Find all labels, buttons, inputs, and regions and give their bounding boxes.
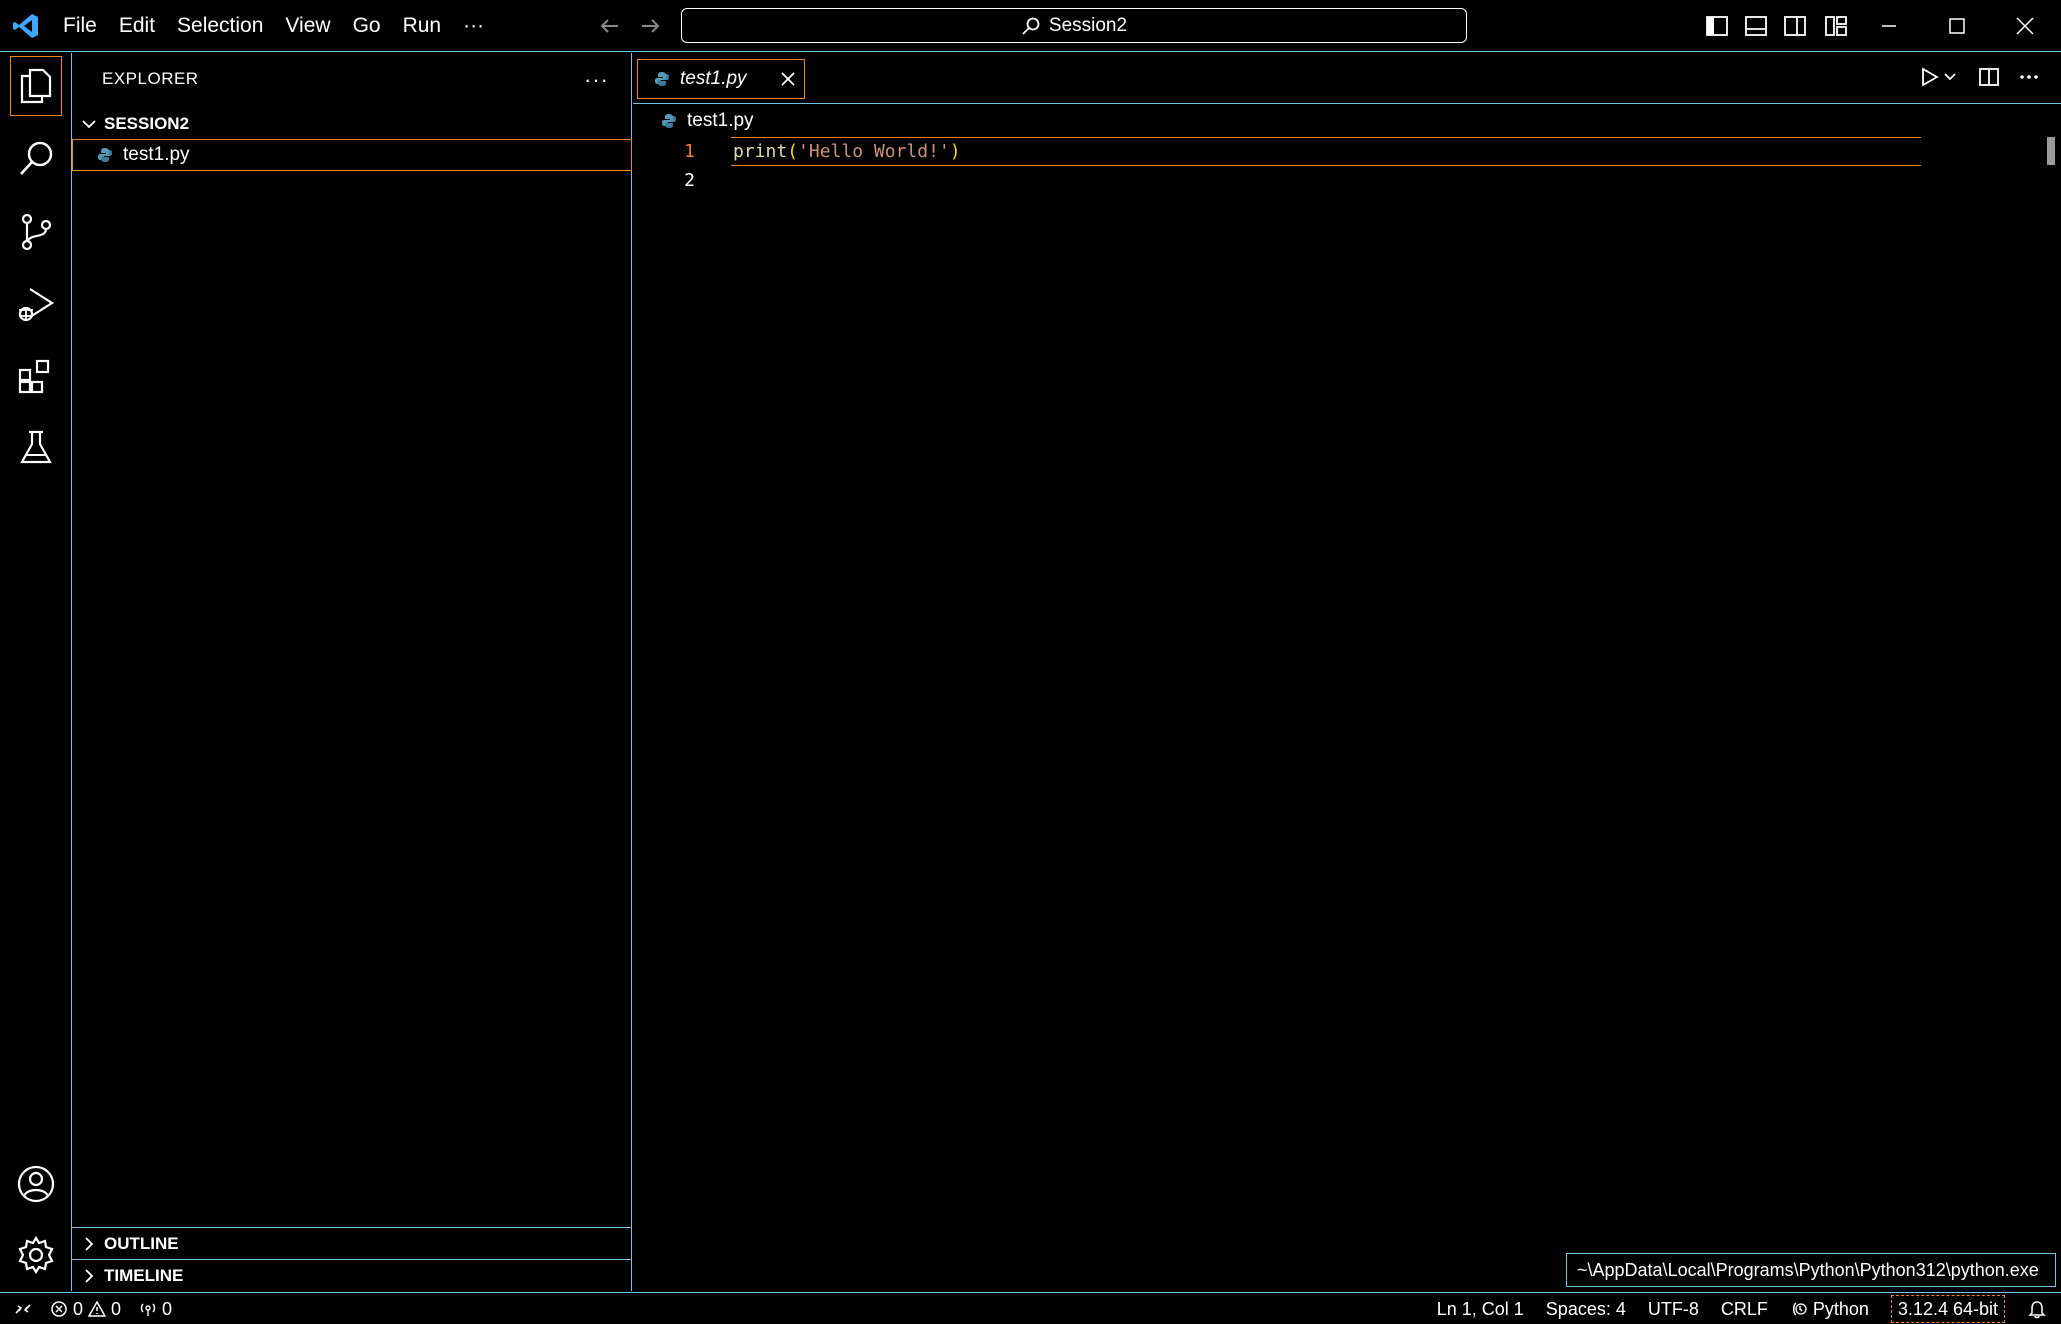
extensions-icon[interactable] — [13, 353, 59, 399]
code-text: print('Hello World!') — [733, 137, 961, 166]
vscode-logo-icon — [12, 12, 40, 40]
toggle-secondary-sidebar-icon[interactable] — [1782, 13, 1808, 39]
notifications-bell-icon[interactable] — [2027, 1299, 2047, 1319]
language-status-icon — [1790, 1300, 1808, 1318]
ports-count: 0 — [162, 1298, 173, 1319]
chevron-down-icon[interactable] — [1942, 69, 1958, 85]
accounts-icon[interactable] — [13, 1161, 59, 1207]
breadcrumb[interactable]: test1.py — [633, 105, 754, 137]
file-item-test1-py[interactable]: test1.py — [72, 139, 632, 171]
menu-run[interactable]: Run — [392, 6, 453, 46]
menu-edit[interactable]: Edit — [108, 6, 166, 46]
explorer-sidebar: EXPLORER ··· SESSION2 test1.py OUTLINE T… — [72, 53, 632, 1291]
python-interpreter-selector[interactable]: 3.12.4 64-bit — [1890, 1295, 2005, 1323]
python-file-icon — [97, 147, 113, 163]
back-arrow-icon[interactable] — [596, 12, 624, 40]
token-string: 'Hello World!' — [798, 141, 950, 162]
code-line: 1 print('Hello World!') — [633, 137, 2061, 166]
chevron-right-icon — [80, 1235, 98, 1253]
timeline-section-header[interactable]: TIMELINE — [72, 1259, 632, 1291]
menu-go[interactable]: Go — [342, 6, 392, 46]
token-function: print — [733, 141, 788, 162]
maximize-icon[interactable] — [1944, 13, 1970, 39]
search-icon — [1021, 16, 1041, 36]
editor-scrollbar[interactable] — [2047, 137, 2055, 165]
python-file-icon — [654, 71, 670, 87]
explorer-title: EXPLORER — [102, 69, 199, 88]
editor-more-actions-icon[interactable] — [2017, 65, 2041, 89]
end-of-line[interactable]: CRLF — [1721, 1299, 1768, 1320]
menu-file[interactable]: File — [52, 6, 108, 46]
language-label: Python — [1812, 1298, 1869, 1319]
forward-arrow-icon[interactable] — [636, 12, 664, 40]
line-number: 2 — [684, 170, 695, 191]
menu-more-button[interactable]: ··· — [452, 6, 495, 46]
activity-bar — [0, 53, 72, 1291]
remote-indicator[interactable] — [14, 1300, 32, 1318]
run-debug-icon[interactable] — [13, 281, 59, 327]
token-bracket: ( — [787, 141, 799, 162]
title-bar: File Edit Selection View Go Run ··· Sess… — [0, 0, 2061, 52]
source-control-icon[interactable] — [13, 209, 59, 255]
error-icon — [50, 1300, 68, 1318]
remote-icon — [14, 1300, 32, 1318]
status-bar: 0 0 0 Ln 1, Col 1 Spaces: 4 UTF-8 CRLF P… — [0, 1292, 2061, 1324]
timeline-label: TIMELINE — [104, 1265, 184, 1285]
close-tab-icon[interactable] — [778, 69, 798, 89]
run-python-file-icon[interactable] — [1917, 65, 1941, 89]
explorer-more-actions-button[interactable]: ··· — [584, 67, 609, 93]
warning-icon — [88, 1300, 107, 1318]
error-count: 0 — [73, 1298, 84, 1319]
code-editor[interactable]: 1 print('Hello World!') 2 — [633, 137, 2061, 195]
breadcrumb-file-label: test1.py — [687, 110, 754, 131]
command-center-label: Session2 — [1048, 14, 1128, 36]
interpreter-path-tooltip: ~\AppData\Local\Programs\Python\Python31… — [1566, 1253, 2056, 1287]
token-bracket: ) — [949, 141, 961, 162]
tab-label: test1.py — [680, 68, 747, 89]
minimize-icon[interactable] — [1876, 13, 1902, 39]
outline-label: OUTLINE — [104, 1233, 179, 1253]
editor-tab-bar: test1.py — [633, 53, 2061, 104]
problems-indicator[interactable]: 0 0 — [50, 1299, 121, 1320]
folder-label: SESSION2 — [104, 114, 190, 133]
tab-test1-py[interactable]: test1.py — [637, 59, 805, 99]
testing-icon[interactable] — [13, 425, 59, 471]
command-center-search[interactable]: Session2 — [681, 8, 1467, 43]
chevron-down-icon — [80, 115, 98, 133]
outline-section-header[interactable]: OUTLINE — [72, 1227, 632, 1259]
close-window-icon[interactable] — [2012, 13, 2038, 39]
file-label: test1.py — [123, 144, 190, 165]
editor-area: test1.py test1.py 1 print('Hello World!'… — [633, 53, 2061, 1291]
settings-gear-icon[interactable] — [13, 1232, 59, 1278]
file-encoding[interactable]: UTF-8 — [1648, 1299, 1699, 1320]
customize-layout-icon[interactable] — [1823, 13, 1849, 39]
code-line: 2 — [633, 166, 2061, 195]
ports-indicator[interactable]: 0 — [139, 1299, 172, 1320]
search-icon[interactable] — [13, 136, 59, 182]
indentation[interactable]: Spaces: 4 — [1546, 1299, 1626, 1320]
language-mode[interactable]: Python — [1790, 1299, 1869, 1320]
cursor-position[interactable]: Ln 1, Col 1 — [1437, 1299, 1524, 1320]
menu-bar: File Edit Selection View Go Run ··· — [52, 0, 495, 52]
toggle-primary-sidebar-icon[interactable] — [1704, 13, 1730, 39]
menu-view[interactable]: View — [274, 6, 341, 46]
chevron-right-icon — [80, 1267, 98, 1285]
line-number: 1 — [684, 141, 695, 162]
split-editor-icon[interactable] — [1977, 65, 2001, 89]
python-file-icon — [661, 113, 677, 129]
menu-selection[interactable]: Selection — [166, 6, 274, 46]
explorer-icon[interactable] — [10, 56, 62, 116]
warning-count: 0 — [111, 1298, 122, 1319]
toggle-panel-icon[interactable] — [1743, 13, 1769, 39]
folder-session2[interactable]: SESSION2 — [72, 109, 632, 139]
broadcast-icon — [139, 1300, 157, 1318]
